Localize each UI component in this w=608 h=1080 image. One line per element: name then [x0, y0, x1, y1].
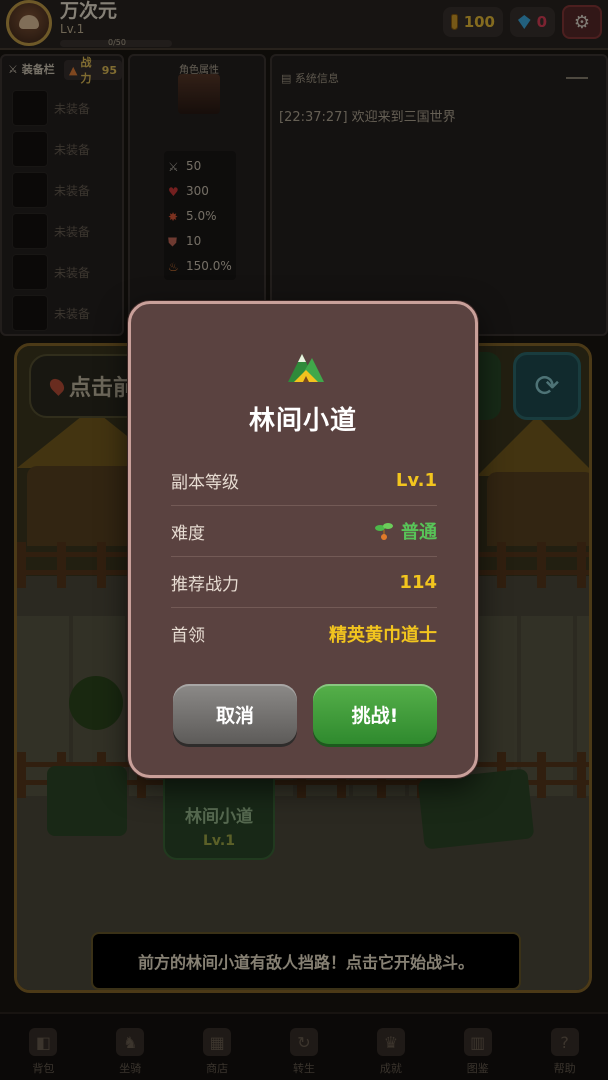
dialog-title: 林间小道 — [248, 406, 357, 436]
cancel-button[interactable]: 取消 — [173, 684, 297, 744]
row-dungeon-level: 副本等级 Lv.1 — [171, 455, 437, 506]
camp-mountain-icon — [288, 354, 324, 382]
dungeon-dialog: 林间小道 副本等级 Lv.1 难度 普通 推荐战力 114 首领 精英黄巾道士 … — [128, 301, 478, 778]
row-recommended-power: 推荐战力 114 — [171, 557, 437, 608]
sprout-icon — [375, 523, 393, 540]
difficulty-value: 普通 — [401, 522, 437, 543]
challenge-button[interactable]: 挑战! — [313, 684, 437, 744]
row-difficulty: 难度 普通 — [171, 506, 437, 557]
row-boss: 首领 精英黄巾道士 — [171, 624, 437, 647]
